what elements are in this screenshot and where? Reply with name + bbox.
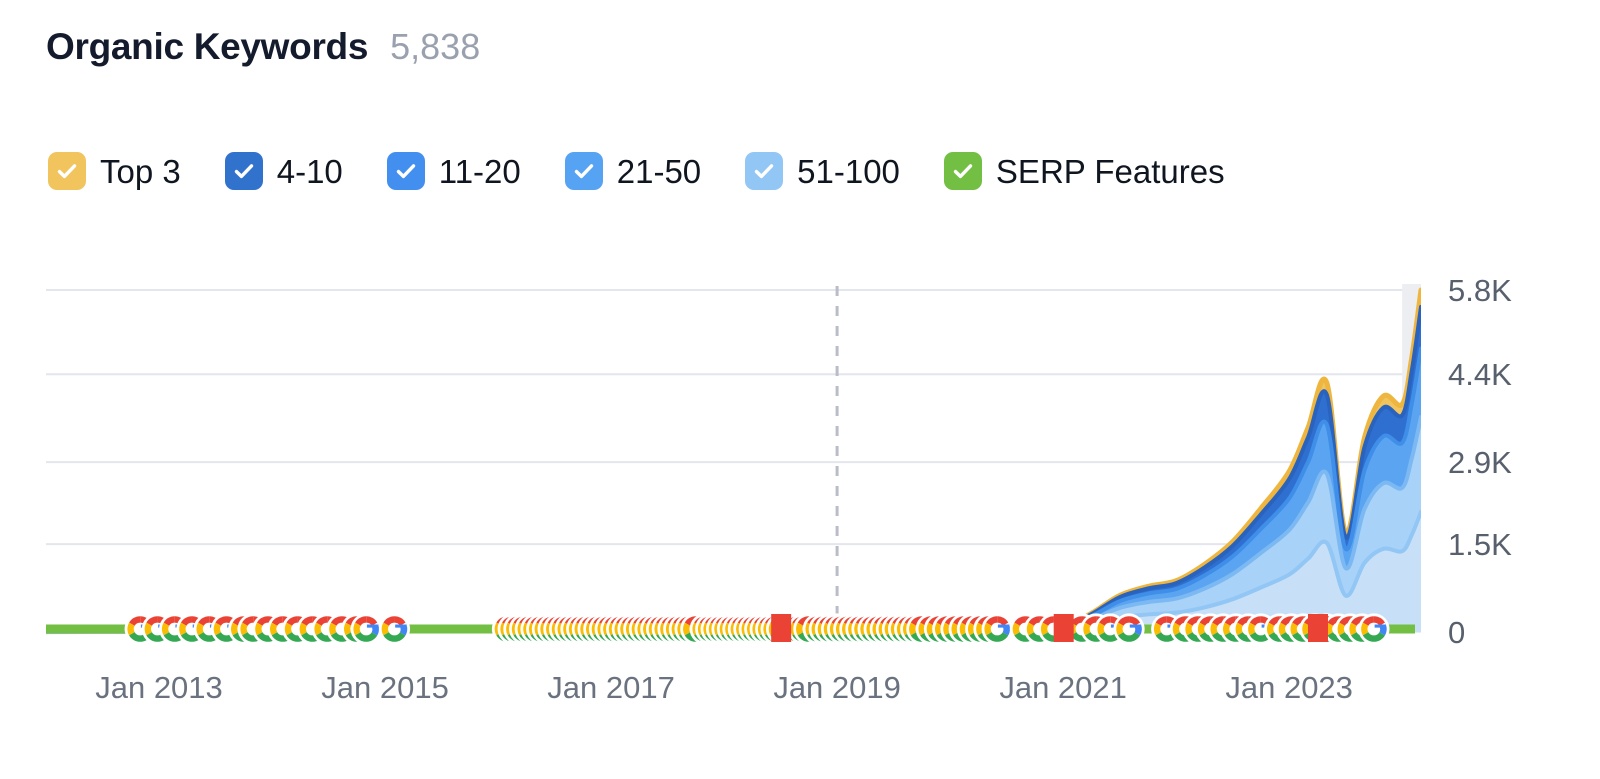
chart-header: Organic Keywords 5,838 xyxy=(46,28,480,65)
google-core-update-block[interactable] xyxy=(1307,614,1328,642)
checkbox-top-3[interactable] xyxy=(48,152,86,190)
check-icon xyxy=(754,164,774,179)
check-icon xyxy=(57,164,77,179)
legend-item-4-10[interactable]: 4-10 xyxy=(224,152,343,190)
x-tick-label: Jan 2017 xyxy=(547,670,675,705)
google-core-update-block[interactable] xyxy=(771,614,792,642)
legend-label-serp-features: SERP Features xyxy=(995,152,1225,190)
y-tick-label: 1.5K xyxy=(1448,527,1512,563)
y-tick-label: 0 xyxy=(1448,615,1466,650)
stacked-area-chart xyxy=(46,284,1421,642)
x-tick-label: Jan 2015 xyxy=(321,670,449,705)
legend-item-top-3[interactable]: Top 3 xyxy=(48,152,181,190)
legend-label-51-100: 51-100 xyxy=(797,152,900,190)
legend-item-21-50[interactable]: 21-50 xyxy=(564,152,702,190)
legend-label-4-10: 4-10 xyxy=(276,152,343,190)
y-tick-label: 5.8K xyxy=(1448,273,1512,308)
chart-plot-area xyxy=(46,270,1421,642)
legend-label-21-50: 21-50 xyxy=(616,152,702,190)
google-update-marker[interactable] xyxy=(378,613,411,642)
legend-item-serp-features[interactable]: SERP Features xyxy=(943,152,1225,190)
legend-item-51-100[interactable]: 51-100 xyxy=(745,152,900,190)
area-series-21-50 xyxy=(46,415,1421,634)
area-fill xyxy=(46,417,1421,632)
chart-legend: Top 3 4-10 11-20 21-50 51-100 SERP Features xyxy=(48,152,1225,190)
checkbox-51-100[interactable] xyxy=(745,152,784,190)
checkbox-21-50[interactable] xyxy=(564,152,603,190)
google-update-markers[interactable] xyxy=(124,613,1390,642)
organic-keywords-chart-panel: Organic Keywords 5,838 Top 3 4-10 11-20 21-… xyxy=(0,0,1600,779)
x-axis-labels: Jan 2013 Jan 2015 Jan 2017 Jan 2019 Jan 2021… xyxy=(0,672,1600,722)
page-title: Organic Keywords xyxy=(46,26,369,67)
checkbox-11-20[interactable] xyxy=(386,152,425,190)
y-tick-label: 2.9K xyxy=(1448,445,1512,481)
check-icon xyxy=(234,164,253,179)
x-tick-label: Jan 2019 xyxy=(773,670,901,705)
check-icon xyxy=(953,164,973,179)
x-tick-label: Jan 2023 xyxy=(1225,670,1353,705)
check-icon xyxy=(574,164,593,179)
checkbox-4-10[interactable] xyxy=(224,152,263,190)
legend-item-11-20[interactable]: 11-20 xyxy=(386,152,521,190)
y-axis-labels: 5.8K 4.4K 2.9K 1.5K 0 xyxy=(1448,262,1588,652)
legend-label-11-20: 11-20 xyxy=(438,152,521,190)
y-tick-label: 4.4K xyxy=(1448,357,1512,393)
checkbox-serp-features[interactable] xyxy=(943,152,982,190)
organic-keywords-total: 5,838 xyxy=(390,26,481,67)
x-tick-label: Jan 2013 xyxy=(95,670,223,705)
x-tick-label: Jan 2021 xyxy=(999,670,1127,705)
check-icon xyxy=(396,164,415,179)
legend-label-top-3: Top 3 xyxy=(100,152,181,190)
google-core-update-block[interactable] xyxy=(1053,614,1074,642)
